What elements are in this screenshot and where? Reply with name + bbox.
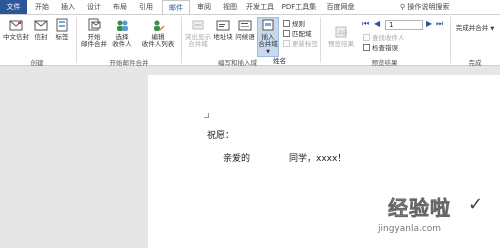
select-recipients-line2: 收件人 (112, 40, 132, 48)
edit-list-icon (154, 20, 165, 31)
chinese-envelope-icon (9, 20, 23, 31)
finish-merge-button[interactable]: 完成并合并 ▼ (452, 25, 498, 33)
tell-me-search[interactable]: ⚲ 操作说明搜索 (400, 0, 449, 14)
group-divider (450, 17, 451, 63)
watermark-url: jingyanla.com (378, 224, 442, 234)
greeting-line-icon (238, 20, 252, 31)
last-record-icon: ⏭ (436, 19, 444, 28)
group-divider (181, 17, 182, 63)
next-record-button[interactable]: ▶ (426, 20, 432, 28)
preview-results-button[interactable]: ABC 预览结果 (323, 25, 359, 48)
address-block-icon (216, 20, 230, 31)
record-number-input[interactable]: 1 (385, 20, 423, 30)
ruler-area (0, 67, 500, 75)
highlight-fields-icon (192, 20, 204, 30)
merge-field-dropdown-item[interactable]: 姓名 (270, 57, 289, 65)
first-record-button[interactable]: ⏮ (362, 20, 369, 28)
insert-merge-field-button[interactable]: 插入 合并域 ▼ (257, 18, 279, 56)
lightbulb-icon: ⚲ (400, 3, 406, 11)
finish-merge-label: 完成并合并 (455, 24, 489, 32)
tab-view[interactable]: 视图 (220, 0, 240, 14)
tab-design[interactable]: 设计 (84, 0, 104, 14)
label-icon (56, 18, 68, 32)
rules-label: 规则 (292, 20, 305, 28)
mail-merge-icon (88, 18, 101, 31)
chevron-down-icon: ▼ (266, 49, 270, 55)
labels-label: 标签 (55, 33, 69, 41)
preview-results-big-label: 预览结果 (328, 40, 354, 48)
update-labels-icon (283, 40, 290, 47)
chevron-down-icon: ▼ (490, 26, 495, 32)
check-errors-label: 检查错误 (372, 44, 398, 52)
group-label-start-merge: 开始邮件合并 (109, 59, 149, 67)
match-fields-button[interactable]: 匹配域 (283, 30, 312, 38)
watermark-text: 经验啦 (388, 196, 451, 221)
group-label-create: 创建 (30, 59, 44, 67)
envelope-label: 信封 (34, 33, 48, 41)
edit-recipient-list-button[interactable]: 编辑 收件人列表 (138, 18, 178, 48)
select-recipients-button[interactable]: 选择 收件人 (108, 18, 136, 48)
doc-line-1: 祝愿： (207, 131, 235, 141)
tab-file[interactable]: 文件 (0, 0, 27, 14)
ribbon-tab-bar: 文件 开始 插入 设计 布局 引用 邮件 审阅 视图 开发工具 PDF工具集 百… (0, 0, 500, 14)
group-divider (76, 17, 77, 63)
rules-icon (283, 20, 290, 27)
chinese-envelope-button[interactable]: 中文信封 (2, 18, 30, 41)
address-block-button[interactable]: 地址块 (212, 18, 234, 41)
chinese-envelope-label: 中文信封 (3, 33, 29, 41)
find-recipient-label: 查找收件人 (372, 34, 405, 42)
insert-field-line2: 合并域 (258, 40, 278, 48)
tab-review[interactable]: 审阅 (194, 0, 214, 14)
previous-record-icon: ◀ (374, 19, 381, 28)
tab-baidu-netdisk[interactable]: 百度网盘 (323, 0, 358, 14)
highlight-merge-fields-button[interactable]: 突出显示 合并域 (184, 18, 212, 48)
update-labels-label: 更新标签 (292, 40, 318, 48)
first-record-icon: ⏮ (362, 19, 370, 28)
tab-layout[interactable]: 布局 (110, 0, 130, 14)
tab-references[interactable]: 引用 (136, 0, 156, 14)
preview-icon: ABC (335, 26, 348, 38)
doc-line-2-salutation: 亲爱的 (223, 154, 251, 164)
tab-mailings[interactable]: 邮件 (162, 0, 190, 14)
check-errors-button[interactable]: 检查错误 (363, 44, 398, 52)
ribbon-panel: 中文信封 信封 标签 创建 开始 邮件合并 选择 收件人 编辑 收件人列表 开始… (0, 14, 500, 70)
watermark: 经验啦 ✓ jingyanla.com (360, 192, 500, 248)
check-errors-icon (363, 44, 370, 51)
group-label-write-insert: 编写和插入域 (218, 59, 257, 67)
last-record-button[interactable]: ⏭ (436, 20, 443, 28)
envelope-button[interactable]: 信封 (31, 18, 51, 41)
address-block-label: 地址块 (213, 33, 233, 41)
insert-field-icon (262, 19, 274, 31)
tab-home[interactable]: 开始 (32, 0, 52, 14)
greeting-line-button[interactable]: 问候语 (234, 18, 256, 41)
tab-developer[interactable]: 开发工具 (245, 0, 275, 14)
match-fields-label: 匹配域 (292, 30, 312, 38)
checkmark-icon: ✓ (468, 194, 484, 215)
tab-insert[interactable]: 插入 (58, 0, 78, 14)
start-merge-line2: 邮件合并 (81, 40, 107, 48)
previous-record-button[interactable]: ◀ (374, 20, 380, 28)
margin-corner-mark (204, 113, 209, 118)
envelope-icon (34, 20, 48, 31)
svg-text:ABC: ABC (338, 29, 348, 37)
group-label-finish: 完成 (468, 59, 482, 67)
tell-me-label: 操作说明搜索 (407, 3, 450, 11)
doc-line-2-body: 同学，xxxx！ (289, 154, 347, 164)
match-fields-icon (283, 30, 290, 37)
rules-button[interactable]: 规则 (283, 20, 305, 28)
update-labels-button[interactable]: 更新标签 (283, 40, 318, 48)
recipients-icon (117, 20, 128, 31)
group-divider (320, 17, 321, 63)
labels-button[interactable]: 标签 (53, 18, 71, 41)
start-mail-merge-button[interactable]: 开始 邮件合并 (80, 18, 108, 48)
group-label-preview: 预览结果 (371, 59, 398, 67)
tab-pdf-tools[interactable]: PDF工具集 (279, 0, 319, 14)
next-record-icon: ▶ (426, 19, 433, 28)
greeting-line-label: 问候语 (235, 33, 255, 41)
edit-list-line2: 收件人列表 (141, 40, 175, 48)
find-recipient-button[interactable]: 查找收件人 (363, 34, 405, 42)
find-recipient-icon (363, 34, 370, 41)
highlight-fields-line2: 合并域 (188, 40, 208, 48)
